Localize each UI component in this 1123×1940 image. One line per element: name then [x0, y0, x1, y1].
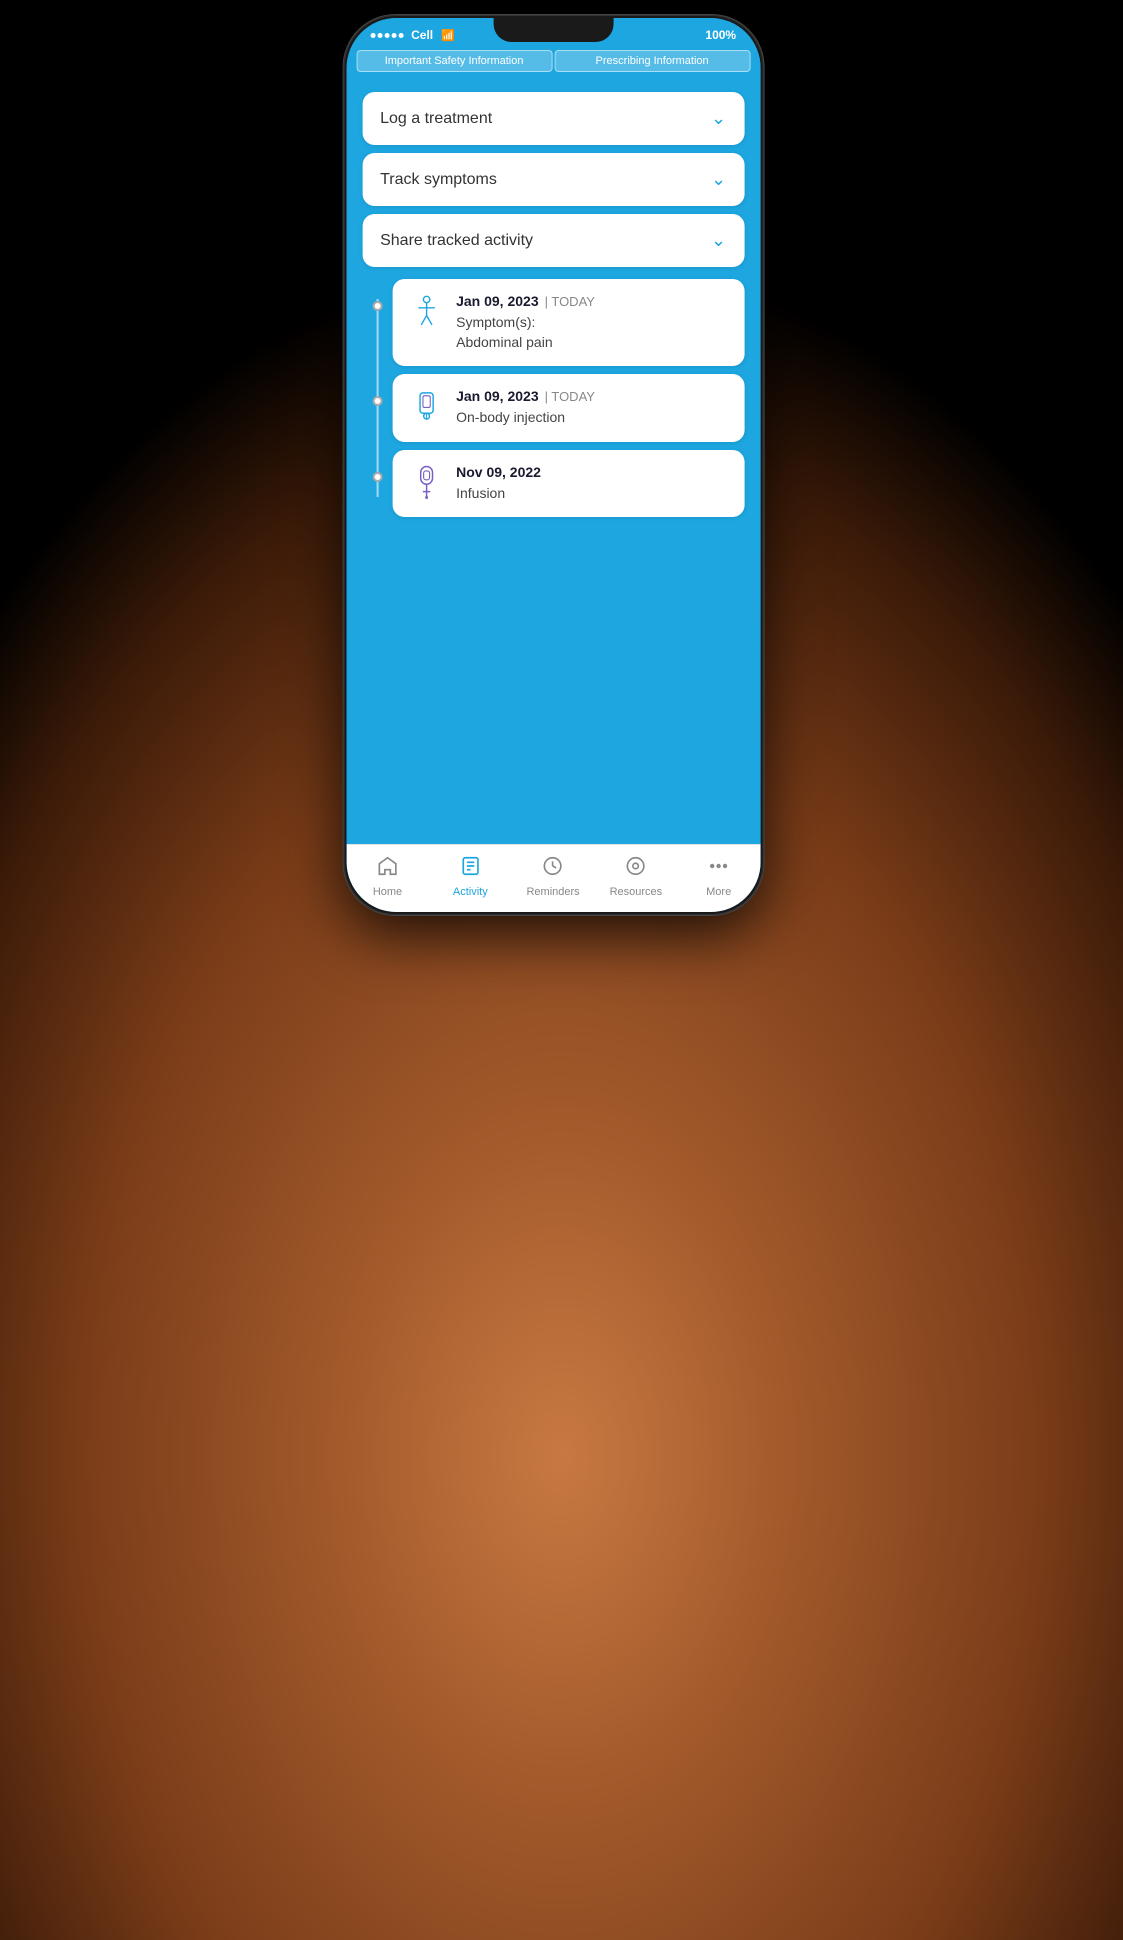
- chevron-icon-2: ⌄: [711, 169, 726, 190]
- card-desc-2: On-body injection: [456, 408, 728, 428]
- more-icon: [708, 855, 730, 883]
- signal-dot-4: [391, 33, 396, 38]
- signal-dot-2: [377, 33, 382, 38]
- reminders-icon: [542, 855, 564, 883]
- main-content: Log a treatment ⌄ Track symptoms ⌄ Share…: [346, 80, 760, 844]
- card-date-row-2: Jan 09, 2023 | TODAY: [456, 388, 728, 404]
- timeline-card-3[interactable]: Nov 09, 2022 Infusion: [392, 450, 744, 518]
- card-today-2: | TODAY: [545, 389, 595, 404]
- phone-frame: Cell 📶 100% Important Safety Information…: [343, 15, 763, 915]
- card-date-3: Nov 09, 2022: [456, 464, 541, 480]
- nav-resources-label: Resources: [610, 886, 663, 898]
- resources-icon: [625, 855, 647, 883]
- dot-2: [372, 396, 382, 406]
- home-icon: [376, 855, 398, 883]
- chevron-icon-3: ⌄: [711, 230, 726, 251]
- card-date-row-1: Jan 09, 2023 | TODAY: [456, 293, 728, 309]
- accordion-log-treatment[interactable]: Log a treatment ⌄: [362, 92, 744, 145]
- nav-more[interactable]: More: [689, 855, 749, 898]
- card-date-1: Jan 09, 2023: [456, 293, 539, 309]
- phone-screen: Cell 📶 100% Important Safety Information…: [346, 18, 760, 912]
- nav-activity[interactable]: Activity: [440, 855, 500, 898]
- signal-dots: [370, 33, 403, 38]
- timeline-card-2[interactable]: Jan 09, 2023 | TODAY On-body injection: [392, 374, 744, 442]
- infusion-icon: [408, 464, 444, 500]
- accordion-label-3: Share tracked activity: [380, 232, 533, 250]
- accordion-label-1: Log a treatment: [380, 110, 492, 128]
- timeline-item-2: Jan 09, 2023 | TODAY On-body injection: [362, 374, 744, 442]
- timeline-section: Jan 09, 2023 | TODAY Symptom(s): Abdomin…: [362, 279, 744, 517]
- dot-3: [372, 472, 382, 482]
- nav-reminders-label: Reminders: [526, 886, 579, 898]
- card-date-2: Jan 09, 2023: [456, 388, 539, 404]
- signal-dot-1: [370, 33, 375, 38]
- card-desc-1: Symptom(s): Abdominal pain: [456, 313, 728, 352]
- nav-reminders[interactable]: Reminders: [523, 855, 583, 898]
- timeline-dot-1: [362, 279, 392, 311]
- nav-activity-label: Activity: [453, 886, 488, 898]
- nav-home-label: Home: [373, 886, 402, 898]
- battery-label: 100%: [705, 28, 736, 42]
- status-left: Cell 📶: [370, 28, 455, 42]
- injection-icon: [408, 388, 444, 424]
- timeline-dot-2: [362, 374, 392, 406]
- timeline-item-1: Jan 09, 2023 | TODAY Symptom(s): Abdomin…: [362, 279, 744, 366]
- dot-1: [372, 301, 382, 311]
- card-text-2: Jan 09, 2023 | TODAY On-body injection: [456, 388, 728, 428]
- nav-more-label: More: [706, 886, 731, 898]
- accordion-track-symptoms[interactable]: Track symptoms ⌄: [362, 153, 744, 206]
- wifi-icon: 📶: [441, 29, 455, 42]
- person-icon: [408, 293, 444, 329]
- signal-dot-3: [384, 33, 389, 38]
- notch: [493, 18, 613, 42]
- phone-wrapper: Cell 📶 100% Important Safety Information…: [343, 15, 763, 915]
- signal-dot-5: [398, 33, 403, 38]
- timeline-card-1[interactable]: Jan 09, 2023 | TODAY Symptom(s): Abdomin…: [392, 279, 744, 366]
- timeline-item-3: Nov 09, 2022 Infusion: [362, 450, 744, 518]
- bottom-nav: Home Activity: [346, 844, 760, 912]
- carrier-label: Cell: [411, 28, 433, 42]
- safety-info-btn[interactable]: Important Safety Information: [356, 50, 552, 72]
- nav-resources[interactable]: Resources: [606, 855, 666, 898]
- accordion-share-activity[interactable]: Share tracked activity ⌄: [362, 214, 744, 267]
- card-desc-3: Infusion: [456, 484, 728, 504]
- card-text-3: Nov 09, 2022 Infusion: [456, 464, 728, 504]
- activity-icon: [459, 855, 481, 883]
- card-date-row-3: Nov 09, 2022: [456, 464, 728, 480]
- card-text-1: Jan 09, 2023 | TODAY Symptom(s): Abdomin…: [456, 293, 728, 352]
- nav-home[interactable]: Home: [357, 855, 417, 898]
- card-today-1: | TODAY: [545, 294, 595, 309]
- accordion-label-2: Track symptoms: [380, 171, 497, 189]
- timeline-dot-3: [362, 450, 392, 482]
- chevron-icon-1: ⌄: [711, 108, 726, 129]
- safety-bar: Important Safety Information Prescribing…: [346, 46, 760, 80]
- prescribing-info-btn[interactable]: Prescribing Information: [554, 50, 750, 72]
